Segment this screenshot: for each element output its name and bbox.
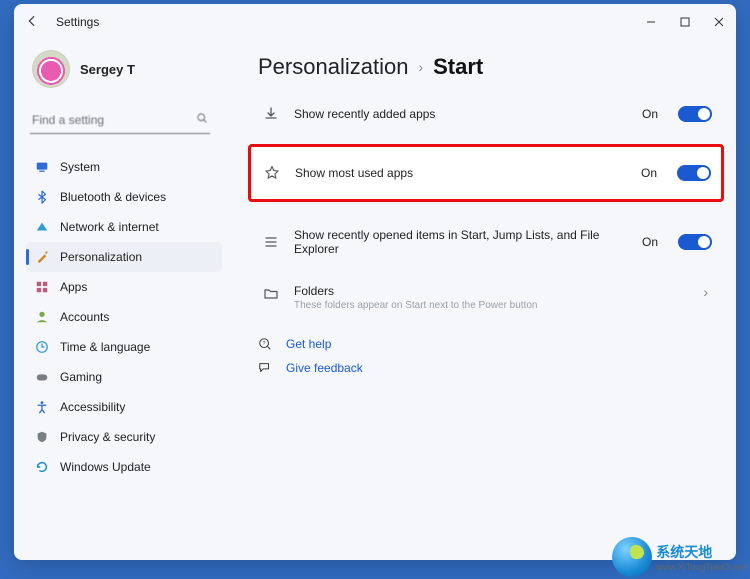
sidebar-item-gaming[interactable]: Gaming [26, 362, 222, 392]
setting-sublabel: These folders appear on Start next to th… [294, 300, 685, 311]
setting-most-used: Show most used apps On [251, 147, 721, 199]
window-controls [634, 4, 736, 40]
chevron-right-icon: › [699, 284, 712, 300]
profile-name: Sergey T [80, 62, 135, 77]
sidebar-item-update[interactable]: Windows Update [26, 452, 222, 482]
sidebar-item-privacy[interactable]: Privacy & security [26, 422, 222, 452]
download-icon [262, 106, 280, 122]
time-icon [34, 339, 50, 355]
setting-label: Show recently added apps [294, 107, 628, 121]
nav: System Bluetooth & devices Network & inter… [26, 144, 222, 482]
sidebar-item-system[interactable]: System [26, 152, 222, 182]
toggle-recently-added[interactable] [678, 106, 712, 122]
setting-folders[interactable]: Folders These folders appear on Start ne… [258, 268, 718, 323]
sidebar-item-accounts[interactable]: Accounts [26, 302, 222, 332]
toggle-recently-opened[interactable] [678, 234, 712, 250]
profile[interactable]: Sergey T [26, 44, 222, 102]
toggle-most-used[interactable] [677, 165, 711, 181]
chevron-right-icon: › [418, 59, 423, 75]
toggle-state: On [641, 166, 657, 180]
gaming-icon [34, 369, 50, 385]
sidebar-item-personalization[interactable]: Personalization [26, 242, 222, 272]
privacy-icon [34, 429, 50, 445]
sidebar-item-label: Gaming [60, 370, 102, 384]
close-button[interactable] [702, 4, 736, 40]
search-input[interactable]: Find a setting [30, 106, 210, 134]
setting-recently-opened: Show recently opened items in Start, Jum… [258, 216, 718, 268]
list-icon [262, 234, 280, 250]
sidebar-item-label: System [60, 160, 100, 174]
content: Personalization › Start Show recently ad… [222, 40, 736, 560]
breadcrumb-parent[interactable]: Personalization [258, 54, 408, 80]
help-icon: ? [258, 337, 274, 351]
search-icon [196, 112, 208, 127]
link-label: Get help [286, 337, 331, 351]
sidebar-item-label: Network & internet [60, 220, 159, 234]
accessibility-icon [34, 399, 50, 415]
toggle-state: On [642, 107, 658, 121]
apps-icon [34, 279, 50, 295]
setting-label: Show most used apps [295, 166, 627, 180]
titlebar: Settings [14, 4, 736, 40]
toggle-state: On [642, 235, 658, 249]
breadcrumb-current: Start [433, 54, 483, 80]
setting-label: Folders [294, 284, 685, 298]
link-label: Give feedback [286, 361, 363, 375]
setting-label: Show recently opened items in Start, Jum… [294, 228, 628, 256]
give-feedback-link[interactable]: Give feedback [258, 361, 718, 375]
star-icon [263, 165, 281, 181]
window-title: Settings [50, 15, 99, 29]
globe-icon [612, 537, 652, 577]
back-button[interactable] [14, 14, 50, 31]
watermark-domain: www.XiTongTianDi.net [656, 562, 746, 572]
sidebar-item-time[interactable]: Time & language [26, 332, 222, 362]
sidebar: Sergey T Find a setting System Bluetooth … [14, 40, 222, 560]
sidebar-item-label: Time & language [60, 340, 150, 354]
help-links: ? Get help Give feedback [258, 337, 718, 375]
setting-recently-added: Show recently added apps On [258, 94, 718, 134]
minimize-button[interactable] [634, 4, 668, 40]
sidebar-item-label: Personalization [60, 250, 142, 264]
folder-icon [262, 286, 280, 302]
sidebar-item-apps[interactable]: Apps [26, 272, 222, 302]
feedback-icon [258, 361, 274, 375]
maximize-button[interactable] [668, 4, 702, 40]
settings-window: Settings Sergey T Find a setting System B… [14, 4, 736, 560]
accounts-icon [34, 309, 50, 325]
svg-text:?: ? [263, 341, 266, 347]
sidebar-item-label: Bluetooth & devices [60, 190, 166, 204]
highlighted-setting: Show most used apps On [248, 144, 724, 202]
sidebar-item-accessibility[interactable]: Accessibility [26, 392, 222, 422]
breadcrumb: Personalization › Start [258, 54, 718, 80]
bluetooth-icon [34, 189, 50, 205]
update-icon [34, 459, 50, 475]
watermark: 系统天地 www.XiTongTianDi.net [612, 537, 746, 577]
search-placeholder: Find a setting [32, 113, 104, 127]
sidebar-item-label: Windows Update [60, 460, 151, 474]
sidebar-item-bluetooth[interactable]: Bluetooth & devices [26, 182, 222, 212]
personalization-icon [34, 249, 50, 265]
sidebar-item-label: Apps [60, 280, 87, 294]
system-icon [34, 159, 50, 175]
sidebar-item-label: Accessibility [60, 400, 125, 414]
avatar [32, 50, 70, 88]
sidebar-item-label: Accounts [60, 310, 109, 324]
get-help-link[interactable]: ? Get help [258, 337, 718, 351]
sidebar-item-label: Privacy & security [60, 430, 155, 444]
network-icon [34, 219, 50, 235]
watermark-brand: 系统天地 [656, 544, 712, 560]
sidebar-item-network[interactable]: Network & internet [26, 212, 222, 242]
